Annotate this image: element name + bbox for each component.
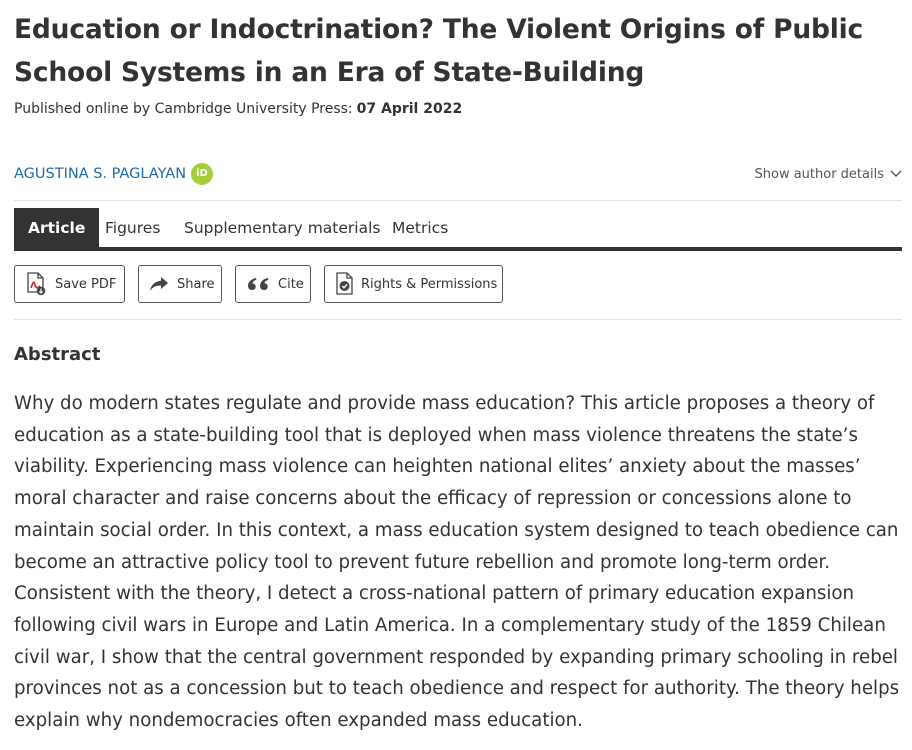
divider xyxy=(14,319,902,320)
tab-metrics[interactable]: Metrics xyxy=(392,208,448,248)
published-date: 07 April 2022 xyxy=(356,101,463,117)
publication-info: Published online by Cambridge University… xyxy=(14,101,462,117)
save-pdf-label: Save PDF xyxy=(55,276,117,292)
tab-article[interactable]: Article xyxy=(14,208,100,248)
tab-figures[interactable]: Figures xyxy=(105,208,160,248)
tab-supplementary-materials[interactable]: Supplementary materials xyxy=(184,208,380,248)
rights-permissions-label: Rights & Permissions xyxy=(361,276,498,292)
author-name-link[interactable]: AGUSTINA S. PAGLAYAN xyxy=(14,166,186,182)
article-title: Education or Indoctrination? The Violent… xyxy=(14,14,864,88)
quote-icon xyxy=(246,276,270,292)
tabs-underline xyxy=(14,247,902,251)
cite-button[interactable]: Cite xyxy=(235,265,311,303)
published-label: Published online by Cambridge University… xyxy=(14,101,353,117)
show-author-details-button[interactable]: Show author details xyxy=(755,167,903,182)
rights-permissions-button[interactable]: Rights & Permissions xyxy=(324,265,503,303)
chevron-down-icon xyxy=(890,168,902,181)
abstract-body: Why do modern states regulate and provid… xyxy=(14,393,900,732)
author-row: AGUSTINA S. PAGLAYAN iD Show author deta… xyxy=(14,162,902,188)
article-page: Education or Indoctrination? The Violent… xyxy=(0,0,912,750)
share-label: Share xyxy=(177,276,215,292)
share-icon xyxy=(149,276,169,292)
article-tabs: Article Figures Supplementary materials … xyxy=(14,208,902,248)
save-pdf-button[interactable]: Save PDF xyxy=(14,265,125,303)
cite-label: Cite xyxy=(278,276,304,292)
abstract-heading: Abstract xyxy=(14,344,101,365)
show-author-details-label: Show author details xyxy=(754,167,885,182)
pdf-icon xyxy=(25,272,47,296)
share-button[interactable]: Share xyxy=(138,265,222,303)
permissions-document-icon xyxy=(335,272,355,296)
divider xyxy=(14,200,902,201)
orcid-icon[interactable]: iD xyxy=(191,163,213,185)
